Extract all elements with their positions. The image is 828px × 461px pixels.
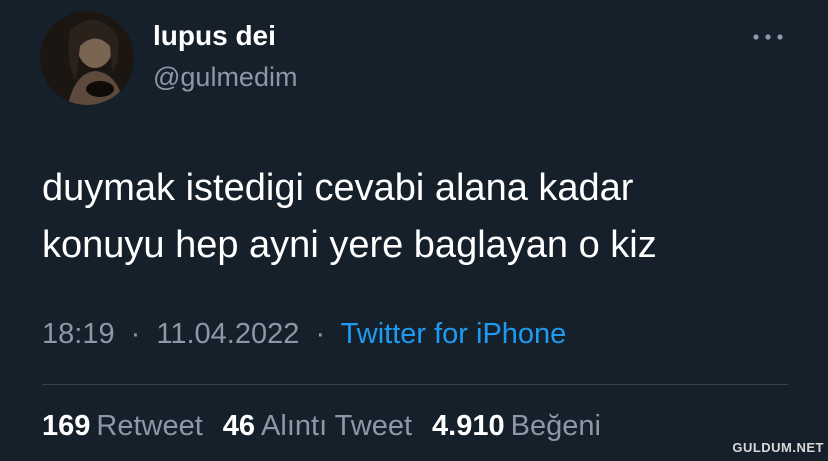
more-options-button[interactable] — [748, 22, 788, 52]
meta-separator: · — [315, 318, 326, 350]
profile-photo-icon — [40, 11, 134, 105]
quotes-label: Alıntı Tweet — [261, 410, 413, 442]
tweet-text: duymak istedigi cevabi alana kadar konuy… — [42, 160, 802, 274]
tweet-source-link[interactable]: Twitter for iPhone — [341, 318, 567, 350]
likes-stat[interactable]: 4.910 Beğeni — [432, 410, 601, 443]
likes-label: Beğeni — [510, 410, 601, 442]
tweet-meta: 18:19 · 11.04.2022 · Twitter for iPhone — [42, 318, 566, 351]
likes-count: 4.910 — [432, 410, 505, 442]
more-dots-icon — [753, 34, 783, 40]
tweet-stats: 169 Retweet 46 Alıntı Tweet 4.910 Beğeni — [42, 410, 601, 443]
retweets-stat[interactable]: 169 Retweet — [42, 410, 203, 443]
tweet-date[interactable]: 11.04.2022 — [156, 318, 299, 350]
avatar[interactable] — [40, 11, 134, 105]
watermark: GULDUM.NET — [732, 440, 824, 455]
divider — [42, 384, 788, 385]
display-name[interactable]: lupus dei — [153, 20, 276, 52]
tweet-text-line: duymak istedigi cevabi alana kadar — [42, 167, 634, 209]
retweets-count: 169 — [42, 410, 91, 442]
user-handle[interactable]: @gulmedim — [153, 62, 297, 93]
quotes-count: 46 — [222, 410, 256, 442]
meta-separator: · — [130, 318, 141, 350]
tweet-time[interactable]: 18:19 — [42, 318, 115, 350]
retweets-label: Retweet — [96, 410, 203, 442]
quotes-stat[interactable]: 46 Alıntı Tweet — [223, 410, 412, 443]
tweet-text-line: konuyu hep ayni yere baglayan o kiz — [42, 224, 657, 266]
